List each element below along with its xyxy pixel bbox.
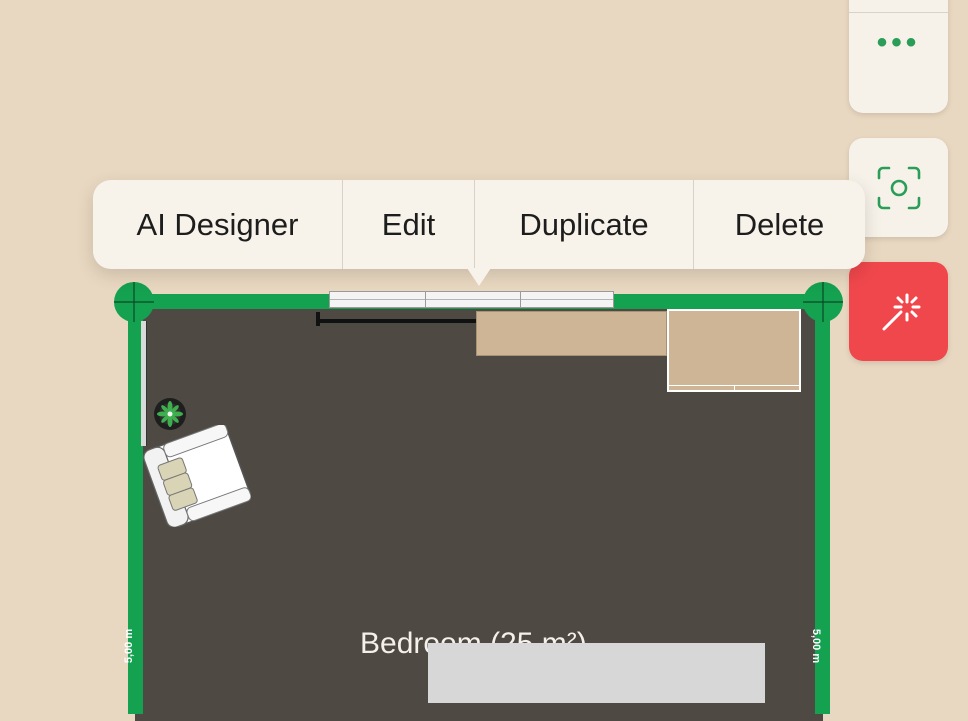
wardrobe[interactable] xyxy=(667,309,801,392)
scan-camera-icon xyxy=(877,166,920,209)
menu-item-edit[interactable]: Edit xyxy=(342,180,474,269)
sideboard-cabinet[interactable] xyxy=(476,311,667,356)
dimension-left: 5,00 m xyxy=(123,628,136,664)
toolbar-divider xyxy=(849,12,948,13)
menu-item-delete[interactable]: Delete xyxy=(693,180,865,269)
context-menu-pointer xyxy=(467,268,491,286)
menu-item-duplicate[interactable]: Duplicate xyxy=(474,180,693,269)
magic-button[interactable] xyxy=(849,262,948,361)
bed[interactable] xyxy=(428,643,765,703)
context-menu: AI Designer Edit Duplicate Delete xyxy=(93,180,865,269)
window-sill-line xyxy=(330,299,613,300)
top-window[interactable] xyxy=(329,291,614,308)
corner-handle-top-right[interactable] xyxy=(802,281,844,323)
wardrobe-door-split xyxy=(734,385,735,390)
armchair[interactable] xyxy=(143,425,251,527)
dimension-right: 5,00 m xyxy=(810,628,823,664)
menu-item-ai-designer[interactable]: AI Designer xyxy=(93,180,342,269)
sliding-door[interactable] xyxy=(318,319,478,323)
corner-handle-top-left[interactable] xyxy=(113,281,155,323)
more-options-button[interactable]: ••• xyxy=(849,0,948,113)
window-pane-divider xyxy=(520,292,521,307)
more-dots-icon: ••• xyxy=(876,26,921,59)
window-pane-divider xyxy=(425,292,426,307)
magic-wand-icon xyxy=(882,293,920,330)
